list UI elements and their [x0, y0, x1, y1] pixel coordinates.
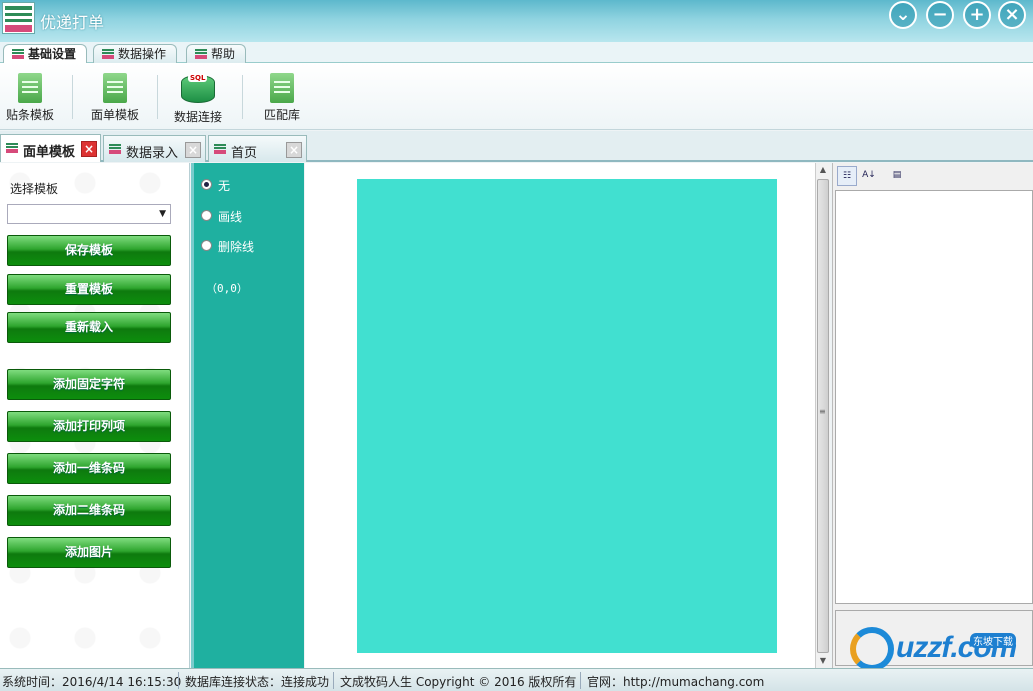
- document-icon: [270, 73, 294, 103]
- scroll-down-icon[interactable]: ▼: [816, 654, 830, 668]
- tab-data-operations[interactable]: 数据操作: [93, 44, 178, 63]
- add-image-button[interactable]: 添加图片: [7, 537, 171, 568]
- match-library-button[interactable]: 匹配库: [247, 73, 317, 127]
- radio-indicator[interactable]: [201, 210, 212, 221]
- ribbon-tab-bar: 基础设置 数据操作 帮助: [0, 42, 1033, 64]
- tab-label: 帮助: [211, 47, 236, 61]
- ribbon-toolbar: 贴条模板 面单模板 SQL 数据连接 匹配库: [0, 63, 1033, 130]
- reset-template-button[interactable]: 重置模板: [7, 274, 171, 305]
- property-grid[interactable]: [835, 190, 1033, 604]
- data-connection-button[interactable]: SQL 数据连接: [163, 73, 233, 127]
- document-icon: [18, 73, 42, 103]
- status-divider: [333, 672, 334, 689]
- vertical-scrollbar[interactable]: ▲ ≡ ▼: [815, 163, 830, 668]
- tab-label: 面单模板: [23, 145, 76, 160]
- select-template-label: 选择模板: [10, 182, 59, 196]
- status-system-time: 系统时间：2016/4/14 16:15:30: [2, 675, 182, 689]
- property-toolbar: ☷ A↓ ▤: [833, 163, 1033, 189]
- tab-help[interactable]: 帮助: [186, 44, 247, 63]
- status-website[interactable]: 官网：http://mumachang.com: [587, 673, 764, 690]
- app-title: 优递打单: [40, 13, 105, 32]
- button-label: 贴条模板: [5, 108, 54, 122]
- sql-database-icon: SQL: [179, 73, 217, 105]
- doctab-waybill-template[interactable]: 面单模板 ×: [0, 134, 101, 162]
- template-sheet[interactable]: [357, 179, 777, 653]
- status-db-connection: 数据库连接状态：连接成功: [185, 675, 330, 689]
- radio-indicator[interactable]: [201, 240, 212, 251]
- tab-icon: [6, 143, 18, 153]
- line-style-panel: 无 画线 删除线 （0,0）: [191, 163, 304, 668]
- document-tab-bar: 面单模板 × 数据录入 × 首页 ×: [0, 131, 1033, 162]
- dropdown-arrow-icon: ▼: [159, 209, 166, 219]
- radio-label: 画线: [218, 210, 243, 224]
- status-divider: [580, 672, 581, 689]
- scroll-thumb[interactable]: [817, 179, 829, 653]
- button-label: 数据连接: [173, 110, 222, 124]
- tab-label: 数据录入: [126, 146, 179, 161]
- reload-button[interactable]: 重新载入: [7, 312, 171, 343]
- close-tab-icon[interactable]: ×: [286, 142, 302, 158]
- toolbar-divider: [72, 75, 73, 119]
- doctab-data-entry[interactable]: 数据录入 ×: [103, 135, 206, 162]
- sort-az-icon[interactable]: A↓: [859, 166, 879, 186]
- radio-label: 无: [218, 179, 231, 193]
- status-copyright: 文成牧码人生 Copyright © 2016 版权所有: [340, 675, 577, 689]
- property-grid-panel: ☷ A↓ ▤: [832, 163, 1033, 668]
- toolbar-divider: [157, 75, 158, 119]
- title-bar: 优递打单 ⌄ − + ×: [0, 0, 1033, 42]
- minimize-icon[interactable]: −: [926, 1, 954, 29]
- chevron-down-icon[interactable]: ⌄: [889, 1, 917, 29]
- add-print-column-button[interactable]: 添加打印列项: [7, 411, 171, 442]
- template-select[interactable]: ▼: [7, 204, 171, 224]
- scroll-grip-icon: ≡: [819, 407, 826, 416]
- waybill-template-button[interactable]: 面单模板: [80, 73, 150, 127]
- tab-label: 基础设置: [28, 47, 77, 61]
- doctab-home[interactable]: 首页 ×: [208, 135, 307, 162]
- radio-indicator[interactable]: [201, 179, 212, 190]
- watermark-d-icon: [850, 627, 894, 671]
- add-qrcode-button[interactable]: 添加二维条码: [7, 495, 171, 526]
- tab-label: 数据操作: [118, 47, 167, 61]
- button-label: 匹配库: [263, 108, 300, 122]
- tab-icon: [195, 49, 207, 59]
- tab-icon: [102, 49, 114, 59]
- tab-basic-settings[interactable]: 基础设置: [3, 44, 88, 64]
- plus-icon[interactable]: +: [963, 1, 991, 29]
- watermark-logo: uzzf.com 东坡下载: [850, 627, 1030, 671]
- design-canvas-area: [305, 163, 815, 668]
- tab-icon: [12, 49, 24, 59]
- save-template-button[interactable]: 保存模板: [7, 235, 171, 266]
- sticker-template-button[interactable]: 贴条模板: [0, 73, 65, 127]
- watermark-badge: 东坡下载: [970, 633, 1016, 648]
- scroll-up-icon[interactable]: ▲: [816, 163, 830, 177]
- button-label: 面单模板: [90, 108, 139, 122]
- status-divider: [178, 672, 179, 689]
- tab-icon: [109, 144, 121, 154]
- close-tab-icon[interactable]: ×: [185, 142, 201, 158]
- cursor-coordinates: （0,0）: [206, 282, 248, 295]
- app-logo-icon: [2, 2, 35, 34]
- close-tab-icon[interactable]: ×: [81, 141, 97, 157]
- add-fixed-text-button[interactable]: 添加固定字符: [7, 369, 171, 400]
- status-bar: 系统时间：2016/4/14 16:15:30 数据库连接状态：连接成功 文成牧…: [0, 668, 1033, 691]
- property-pages-icon[interactable]: ▤: [887, 166, 907, 186]
- add-barcode-button[interactable]: 添加一维条码: [7, 453, 171, 484]
- close-icon[interactable]: ×: [998, 1, 1026, 29]
- categorized-icon[interactable]: ☷: [837, 166, 857, 186]
- document-icon: [103, 73, 127, 103]
- template-control-panel: 选择模板 ▼ 保存模板 重置模板 重新载入 添加固定字符 添加打印列项 添加一维…: [0, 163, 190, 668]
- tab-label: 首页: [231, 146, 258, 161]
- radio-label: 删除线: [218, 240, 255, 254]
- tab-icon: [214, 144, 226, 154]
- toolbar-divider: [242, 75, 243, 119]
